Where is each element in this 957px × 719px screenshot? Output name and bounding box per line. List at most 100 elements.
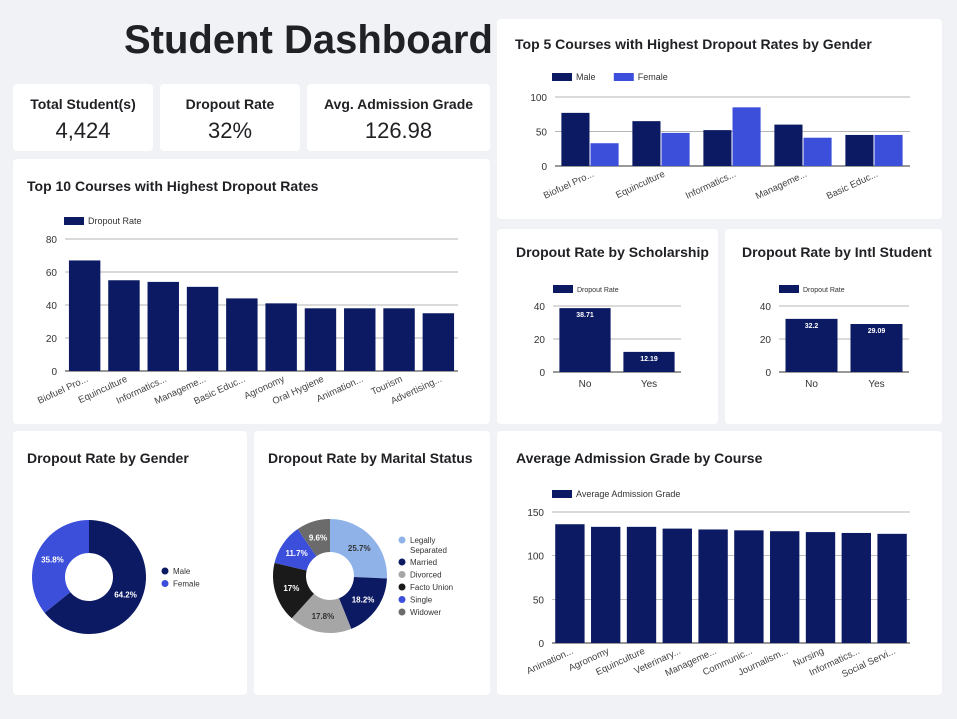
- legend-label: Legally: [410, 536, 435, 545]
- y-tick-label: 0: [539, 368, 545, 379]
- chart-card-admission: Average Admission Grade by Course Averag…: [497, 431, 942, 695]
- data-label: 32.2: [805, 323, 819, 330]
- chart-card-marital: Dropout Rate by Marital Status 25.7% 18.2…: [254, 431, 490, 695]
- slice-label: 17%: [283, 584, 299, 593]
- bar: [561, 112, 590, 166]
- y-tick-label: 0: [538, 639, 544, 650]
- kpi-card-total-students: Total Student(s) 4,424: [13, 84, 153, 151]
- data-label: 29.09: [868, 328, 886, 335]
- legend-swatch: [779, 285, 799, 293]
- bar: [661, 132, 690, 166]
- y-tick-label: 20: [760, 335, 772, 346]
- data-label: 12.19: [640, 356, 658, 363]
- legend-marker: [398, 608, 406, 616]
- legend-label: Single: [410, 596, 433, 605]
- bar: [845, 134, 874, 166]
- legend-label: Dropout Rate: [577, 287, 619, 294]
- bar: [632, 121, 661, 166]
- legend-label: Divorced: [410, 571, 442, 580]
- legend-label: Female: [173, 580, 200, 589]
- kpi-value: 4,424: [55, 118, 111, 143]
- legend-marker: [161, 580, 169, 587]
- legend-label: Dropout Rate: [88, 216, 142, 226]
- legend-label: Male: [576, 72, 596, 82]
- y-tick-label: 20: [46, 334, 58, 345]
- bar: [591, 526, 621, 643]
- legend-swatch: [553, 285, 573, 293]
- kpi-value: 32%: [207, 118, 253, 143]
- scholarship-chart: Dropout Rate 0 20 40 38.71 No 12.19 Yes: [534, 285, 681, 390]
- kpi-label: Dropout Rate: [185, 96, 275, 112]
- bar: [841, 532, 871, 643]
- legend-marker: [398, 571, 406, 578]
- bar: [770, 531, 800, 643]
- kpi-value: 126.98: [364, 118, 433, 143]
- legend-label: Widower: [410, 608, 441, 617]
- y-tick-label: 50: [536, 128, 548, 139]
- top10-dropout-chart: Dropout Rate020406080Biofuel Pro...Equin…: [36, 216, 458, 407]
- bar: [555, 524, 585, 643]
- chart-card-gender: Dropout Rate by Gender 64.2% 35.8% Male Fem…: [13, 431, 247, 695]
- gender-donut-chart: 64.2% 35.8% Male Female: [31, 520, 200, 634]
- kpi-card-dropout-rate: Dropout Rate 32%: [160, 84, 300, 151]
- bar: [304, 308, 337, 371]
- pie-slice: [31, 520, 89, 613]
- slice-label: 11.7%: [285, 549, 307, 558]
- bar: [226, 298, 258, 371]
- kpi-card-avg-admission-grade: Avg. Admission Grade 126.98: [307, 84, 490, 151]
- x-tick-label: Manageme...: [754, 169, 809, 202]
- marital-donut-chart: 25.7% 18.2% 17.8% 17% 11.7%9.6% LegallySepara…: [273, 519, 453, 633]
- bar: [626, 526, 657, 643]
- legend-swatch: [552, 490, 572, 498]
- legend-label: Male: [173, 567, 191, 576]
- x-tick-label: Basic Educ...: [825, 169, 880, 202]
- kpi-label: Total Student(s): [30, 96, 136, 112]
- legend-label: Female: [638, 72, 668, 82]
- y-tick-label: 50: [533, 595, 545, 606]
- legend-marker: [161, 567, 169, 575]
- bar: [805, 532, 836, 643]
- bar: [186, 286, 219, 371]
- slice-label: 64.2%: [114, 590, 137, 599]
- slice-label: 25.7%: [348, 544, 371, 553]
- legend-marker: [398, 536, 406, 544]
- bar: [68, 260, 101, 371]
- x-tick-label: Yes: [641, 379, 657, 390]
- legend-swatch: [552, 73, 572, 81]
- y-tick-label: 40: [760, 302, 772, 313]
- bar: [662, 528, 692, 643]
- legend-label: Separated: [410, 546, 447, 555]
- legend-marker: [398, 596, 406, 603]
- y-tick-label: 150: [527, 508, 544, 519]
- x-tick-label: Equinculture: [614, 169, 667, 201]
- kpi-label: Avg. Admission Grade: [323, 96, 474, 112]
- bar: [734, 530, 764, 643]
- slice-label: 35.8%: [41, 556, 64, 565]
- bar: [774, 124, 803, 166]
- legend-label: Dropout Rate: [803, 287, 845, 294]
- bar: [147, 281, 179, 371]
- x-tick-label: No: [579, 379, 592, 390]
- slice-label: 9.6%: [309, 533, 327, 542]
- legend-swatch: [613, 73, 634, 81]
- bar: [874, 134, 903, 166]
- y-tick-label: 40: [534, 302, 546, 313]
- top5-gender-chart: Male Female 0 50 100 Biofuel Pro... Equincultu…: [530, 72, 910, 202]
- y-tick-label: 100: [530, 93, 547, 104]
- legend-marker: [398, 583, 406, 591]
- chart-card-top10: Top 10 Courses with Highest Dropout Rate…: [13, 159, 490, 424]
- x-tick-label: Biofuel Pro...: [542, 169, 596, 202]
- y-tick-label: 40: [46, 301, 58, 312]
- bar: [422, 313, 455, 371]
- x-tick-label: Animation...: [525, 646, 575, 677]
- y-tick-label: 100: [527, 552, 544, 563]
- x-tick-label: Yes: [868, 379, 884, 390]
- legend-label: Facto Union: [410, 583, 453, 592]
- slice-label: 17.8%: [312, 612, 335, 621]
- y-tick-label: 0: [765, 368, 771, 379]
- intl-student-chart: Dropout Rate 0 20 40 32.2 No 29.09 Yes: [760, 285, 909, 390]
- page-title: Student Dashboard: [124, 18, 493, 62]
- bar: [703, 130, 732, 166]
- y-tick-label: 80: [46, 235, 58, 246]
- x-tick-label: Informatics...: [684, 169, 738, 202]
